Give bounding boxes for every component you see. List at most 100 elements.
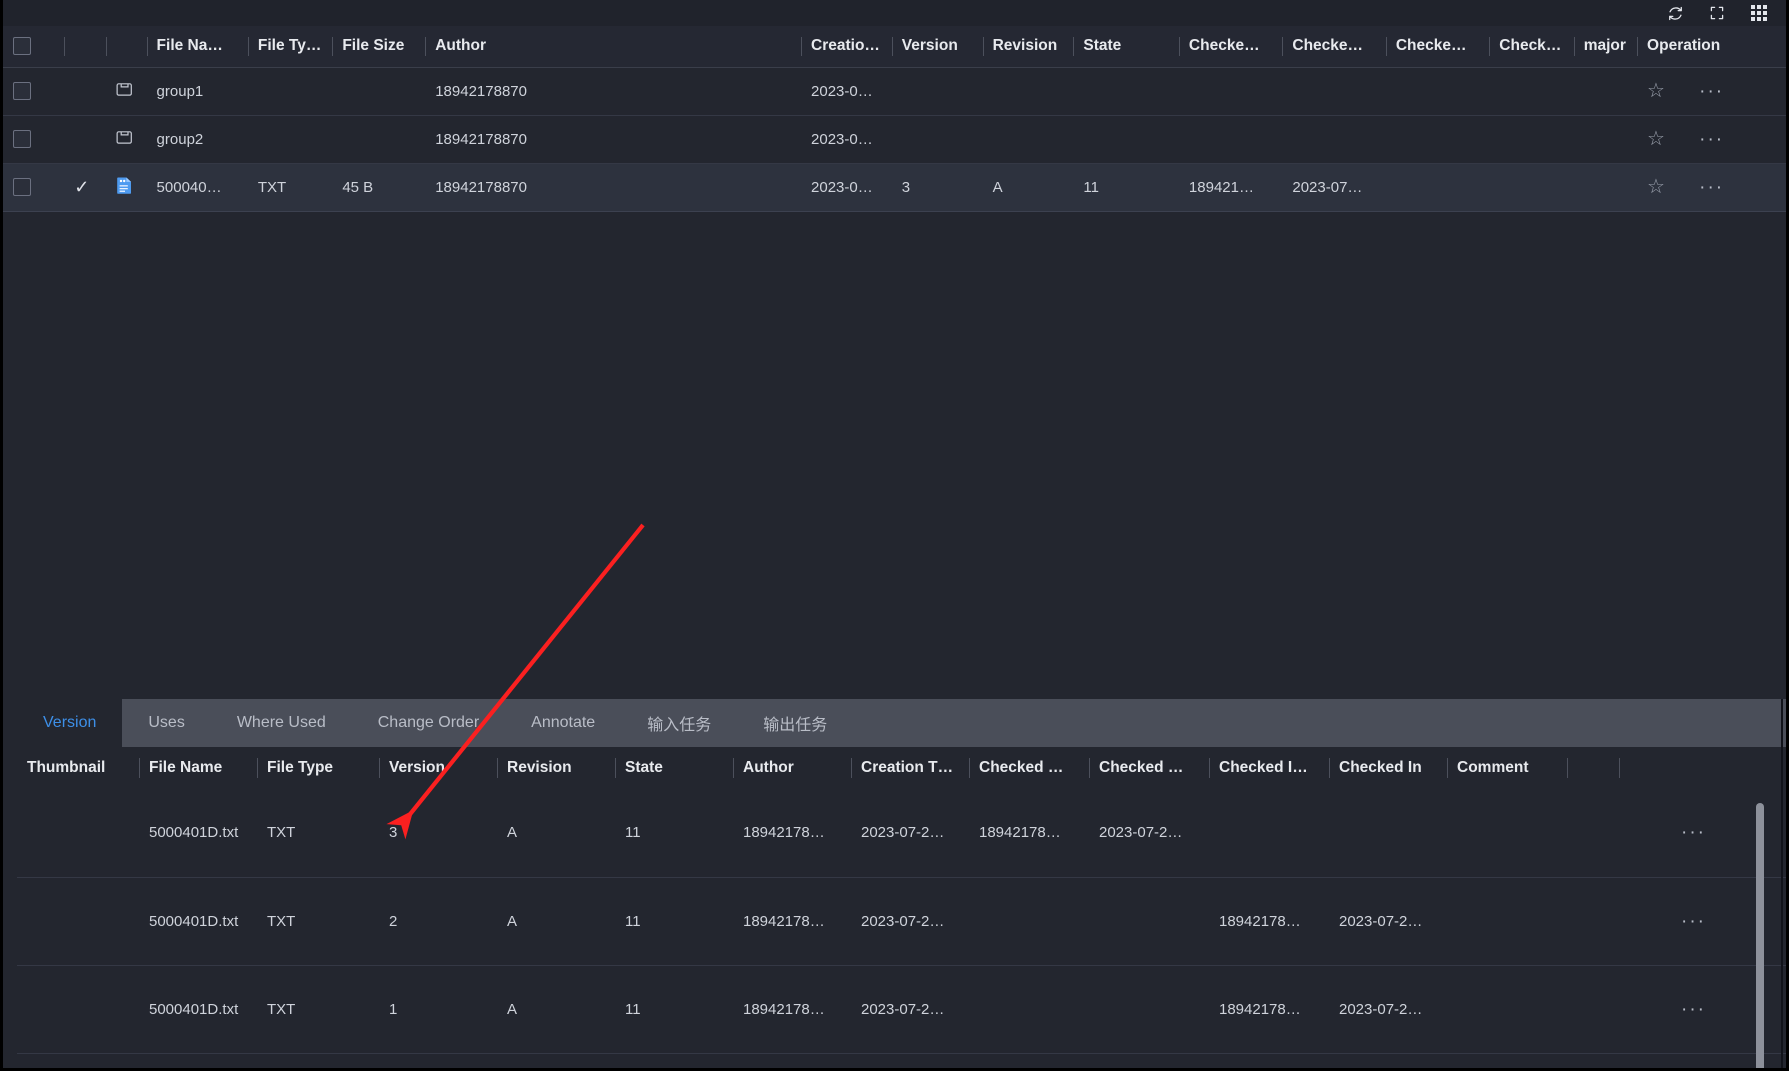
cell-v-file-name[interactable]: 5000401D.txt (139, 789, 257, 878)
refresh-icon[interactable] (1662, 3, 1688, 23)
col-checked-in-time[interactable]: Checke… (1489, 26, 1573, 67)
row-checkbox[interactable] (13, 130, 31, 149)
col-file-type[interactable]: File Type (247, 26, 332, 67)
status-col-header (64, 26, 106, 67)
col-v-version[interactable]: Version (379, 747, 497, 789)
col-version[interactable]: Version (891, 26, 983, 67)
cell-v-checked-in-by: 18942178… (1209, 877, 1329, 966)
col-checked-out-by[interactable]: Checke… (1178, 26, 1282, 67)
col-v-author[interactable]: Author (733, 747, 851, 789)
tab-annotate[interactable]: Annotate (505, 699, 621, 747)
row-more-actions-icon[interactable]: ··· (1699, 177, 1724, 198)
cell-revision (982, 115, 1074, 164)
col-v-checked-in[interactable]: Checked In (1329, 747, 1447, 789)
version-row[interactable]: 5000401D.txt TXT 1 A 11 18942178… 2023-0… (17, 965, 1786, 1054)
tab-change-order[interactable]: Change Order (352, 699, 505, 747)
cell-v-file-type: TXT (257, 877, 379, 966)
grid-settings-icon[interactable] (1746, 3, 1772, 23)
checkmark-icon: ✓ (74, 176, 90, 197)
tab-version[interactable]: Version (17, 699, 123, 747)
cell-v-file-type: TXT (257, 789, 379, 878)
select-all-checkbox[interactable] (13, 37, 31, 56)
favorite-star-icon[interactable]: ☆ (1647, 176, 1665, 198)
col-v-checked-out-time[interactable]: Checked … (1089, 747, 1209, 789)
file-list-table: File Na… File Type File Size Author Crea… (3, 26, 1786, 212)
cell-v-checked-out-by (969, 877, 1089, 966)
fullscreen-icon[interactable] (1704, 3, 1730, 23)
favorite-star-icon[interactable]: ☆ (1647, 128, 1665, 150)
col-v-extra-1 (1567, 747, 1619, 789)
cell-v-thumbnail (17, 789, 139, 878)
col-v-file-name[interactable]: File Name (139, 747, 257, 789)
col-v-checked-out-by[interactable]: Checked … (969, 747, 1089, 789)
tab-uses[interactable]: Uses (122, 699, 210, 747)
cell-state (1073, 67, 1179, 116)
col-revision[interactable]: Revision (982, 26, 1074, 67)
cell-v-file-name[interactable]: 5000401D.txt (139, 965, 257, 1054)
col-file-name[interactable]: File Na… (146, 26, 248, 67)
version-more-actions-icon[interactable]: ··· (1681, 911, 1706, 932)
version-more-actions-icon[interactable]: ··· (1681, 822, 1706, 843)
cell-file-name[interactable]: group1 (146, 67, 248, 116)
cell-v-revision: A (497, 877, 615, 966)
cell-v-state: 11 (615, 877, 733, 966)
row-checkbox[interactable] (13, 178, 31, 197)
col-state[interactable]: State (1073, 26, 1179, 67)
row-checkbox-cell (3, 115, 65, 164)
cell-v-comment (1447, 789, 1567, 878)
cell-major (1573, 115, 1638, 164)
row-checkbox[interactable] (13, 82, 31, 101)
cell-file-size (332, 115, 426, 164)
details-panel: Version Uses Where Used Change Order Ann… (3, 699, 1786, 1068)
col-v-extra-2 (1619, 747, 1671, 789)
file-management-window: File Na… File Type File Size Author Crea… (0, 0, 1789, 1071)
table-row-selected[interactable]: ✓ 500040… TXT 45 B 18942178870 2023-0… 3… (3, 162, 1786, 212)
txt-file-icon (116, 176, 133, 199)
tab-input-task[interactable]: 输入任务 (621, 699, 737, 747)
version-table-header: Thumbnail File Name File Type Version Re… (17, 747, 1786, 789)
col-major[interactable]: major (1573, 26, 1637, 67)
cell-file-name[interactable]: group2 (146, 115, 248, 164)
version-table-body: 5000401D.txt TXT 3 A 11 18942178… 2023-0… (17, 789, 1786, 1054)
icon-col-header (106, 26, 146, 67)
tab-version-label: Version (43, 714, 97, 731)
col-checked-in-by[interactable]: Checke… (1385, 26, 1489, 67)
favorite-star-icon[interactable]: ☆ (1647, 80, 1665, 102)
folder-icon (116, 129, 133, 149)
col-author[interactable]: Author (425, 26, 801, 67)
version-more-actions-icon[interactable]: ··· (1681, 999, 1706, 1020)
version-row[interactable]: 5000401D.txt TXT 2 A 11 18942178… 2023-0… (17, 877, 1786, 966)
tab-output-task-label: 输出任务 (763, 717, 828, 734)
col-creation-time[interactable]: Creatio… (801, 26, 892, 67)
cell-file-size: 45 B (332, 162, 426, 212)
tab-output-task[interactable]: 输出任务 (737, 699, 853, 747)
cell-checked-in-time (1489, 162, 1574, 212)
cell-v-file-name[interactable]: 5000401D.txt (139, 877, 257, 966)
select-all-header (3, 26, 64, 67)
cell-v-version: 2 (379, 877, 497, 966)
col-file-size[interactable]: File Size (332, 26, 425, 67)
col-v-checked-in-by[interactable]: Checked I… (1209, 747, 1329, 789)
cell-v-checked-in-by: 18942178… (1209, 965, 1329, 1054)
cell-creation-time: 2023-0… (801, 162, 892, 212)
row-icon-cell (106, 162, 147, 212)
cell-version: 3 (891, 162, 983, 212)
col-v-comment[interactable]: Comment (1447, 747, 1567, 789)
table-row[interactable]: group2 18942178870 2023-0… ☆ ··· (3, 115, 1786, 164)
version-scrollbar-thumb[interactable] (1756, 803, 1764, 1068)
col-checked-out-time[interactable]: Checke… (1282, 26, 1385, 67)
col-v-revision[interactable]: Revision (497, 747, 615, 789)
row-more-actions-icon[interactable]: ··· (1699, 129, 1724, 150)
row-more-actions-icon[interactable]: ··· (1699, 81, 1724, 102)
cell-file-name[interactable]: 500040… (146, 162, 248, 212)
col-v-creation-time[interactable]: Creation T… (851, 747, 969, 789)
cell-major (1573, 67, 1638, 116)
tab-where-used[interactable]: Where Used (211, 699, 352, 747)
cell-v-creation-time: 2023-07-2… (851, 965, 969, 1054)
col-v-state[interactable]: State (615, 747, 733, 789)
cell-author: 18942178870 (425, 67, 802, 116)
table-row[interactable]: group1 18942178870 2023-0… ☆ ··· (3, 67, 1786, 116)
cell-v-thumbnail (17, 965, 139, 1054)
version-row[interactable]: 5000401D.txt TXT 3 A 11 18942178… 2023-0… (17, 789, 1786, 878)
col-v-file-type[interactable]: File Type (257, 747, 379, 789)
